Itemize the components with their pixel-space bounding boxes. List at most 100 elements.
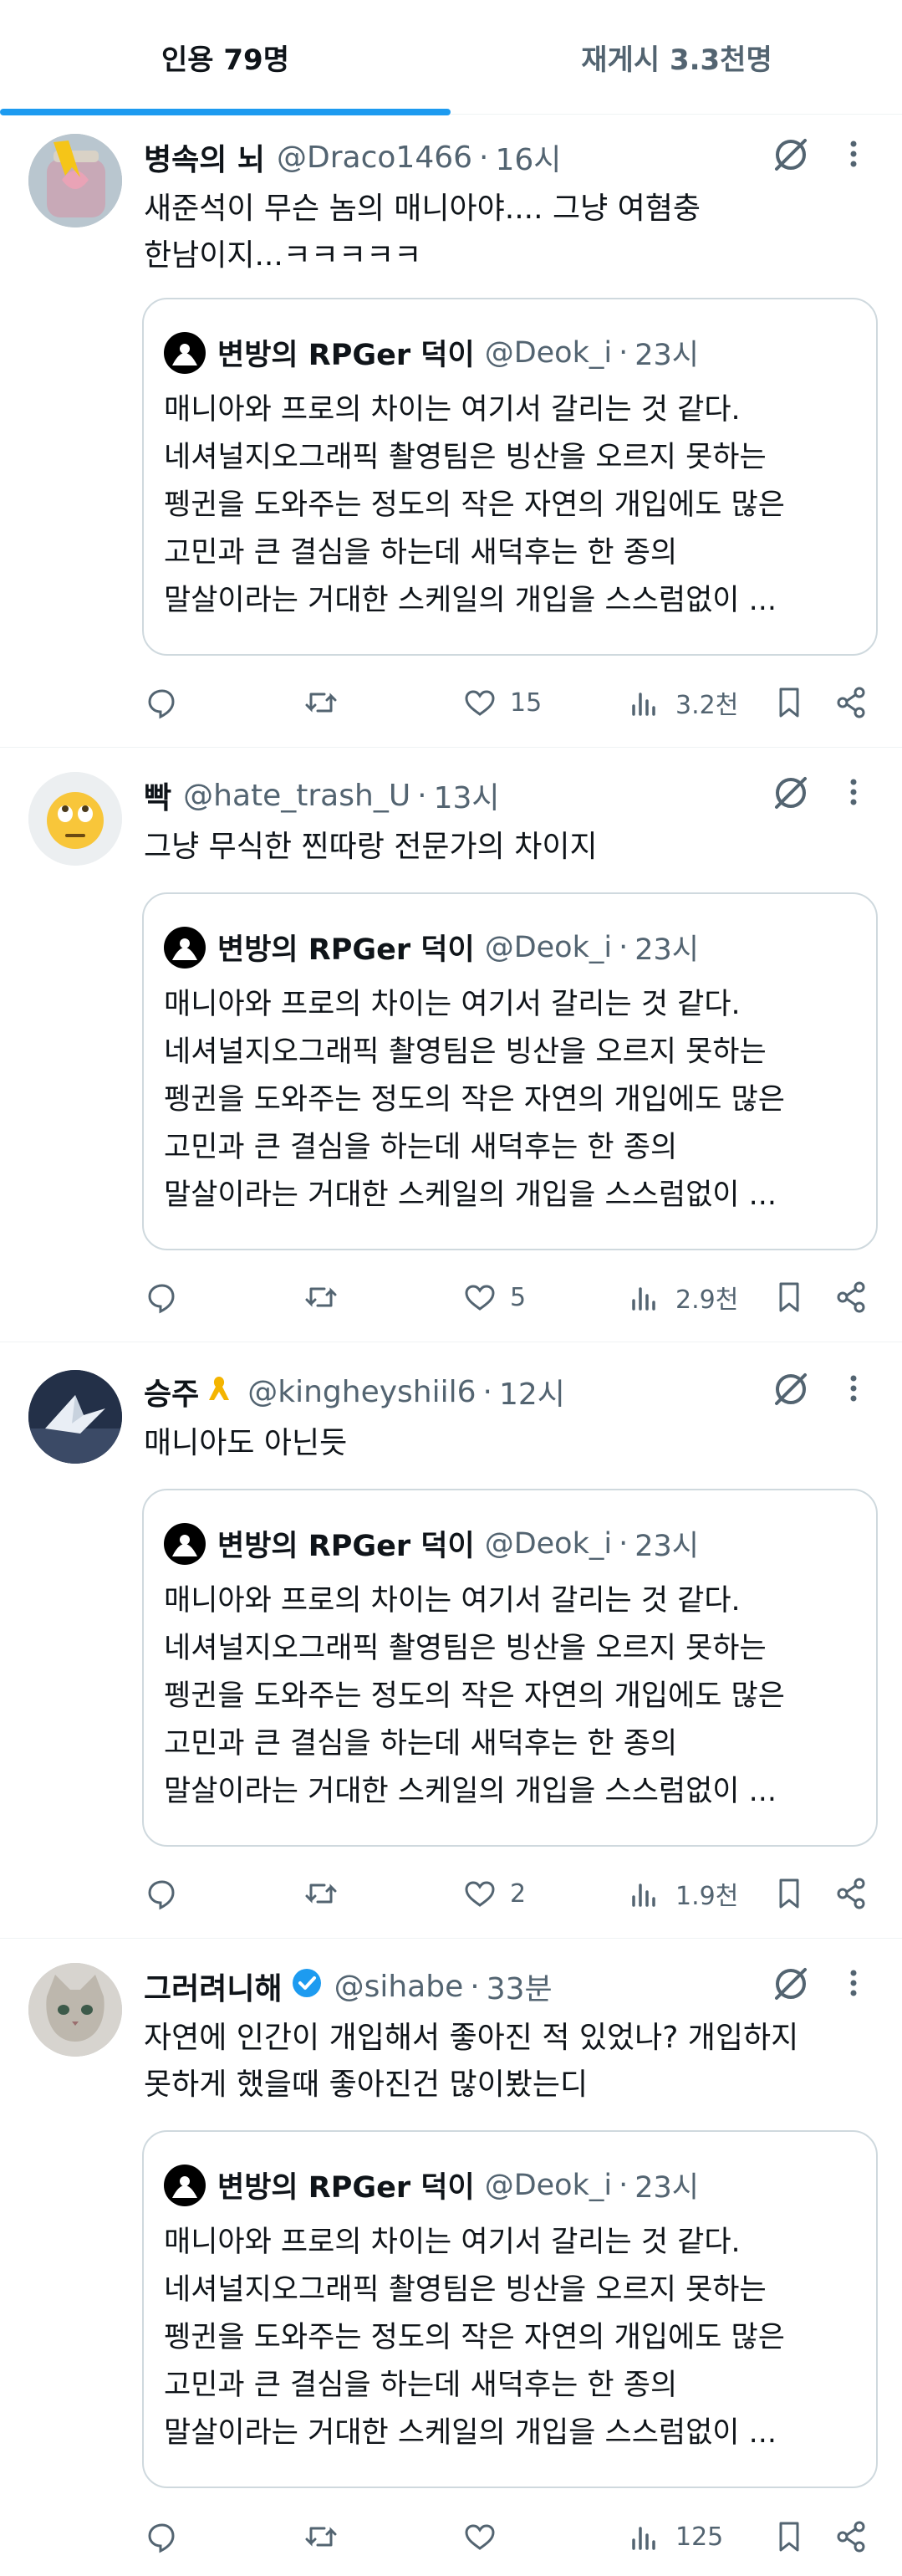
quoted-text-line: 매니아와 프로의 차이는 여기서 갈리는 것 같다. <box>164 393 741 427</box>
separator-dot: · <box>619 930 629 964</box>
share-button[interactable] <box>833 1272 869 1322</box>
avatar[interactable] <box>28 134 122 227</box>
grok-icon[interactable] <box>770 1368 812 1410</box>
action-bar: 5 2.9천 <box>144 1272 879 1322</box>
quoted-author-handle: @Deok_i <box>484 930 613 964</box>
quoted-avatar <box>164 331 206 374</box>
post-time[interactable]: 33분 <box>487 1965 553 2008</box>
repost-button[interactable] <box>303 2512 339 2562</box>
post-text: 그냥 무식한 찐따랑 전문가의 차이지 <box>144 824 863 871</box>
like-count: 15 <box>510 687 543 718</box>
quoted-text-line: 말살이라는 거대한 스케일의 개입을 스스럼없이 ... <box>164 1775 777 1808</box>
share-button[interactable] <box>833 1868 869 1919</box>
quoted-text: 매니아와 프로의 차이는 여기서 갈리는 것 같다. 네셔널지오그래픽 촬영팀은… <box>164 2219 858 2457</box>
author-name[interactable]: 병속의 뇌 <box>144 135 265 179</box>
repost-icon <box>305 2527 337 2547</box>
quoted-author-name: 변방의 RPGer 덕이 <box>217 339 475 372</box>
view-count: 2.9천 <box>675 1285 739 1315</box>
author-handle[interactable]: @kingheyshiil6 <box>247 1375 476 1409</box>
quoted-author-name: 변방의 RPGer 덕이 <box>217 1530 475 1563</box>
post-1[interactable]: 병속의 뇌 @Draco1466 · 16시 새준석이 무슨 놈의 매니아야..… <box>0 115 902 748</box>
cat-avatar-icon <box>28 1963 122 2057</box>
separator-dot: · <box>482 1374 492 1409</box>
post-4[interactable]: 그러려니해 @sihabe · 33분 자연에 인간이 개입해서 좋아진 적 있… <box>0 1938 902 2576</box>
more-options-icon[interactable] <box>838 777 869 807</box>
share-button[interactable] <box>833 677 869 728</box>
quoted-text-line: 말살이라는 거대한 스케일의 개입을 스스럼없이 ... <box>164 584 777 617</box>
ribbon-jar-avatar-icon <box>28 134 122 227</box>
reply-button[interactable] <box>144 1272 181 1322</box>
post-text-line: 못하게 했을때 좋아진건 많이봤는디 <box>144 2067 589 2102</box>
views-button[interactable]: 125 <box>627 2512 723 2562</box>
repost-button[interactable] <box>303 677 339 728</box>
more-options-icon[interactable] <box>838 139 869 169</box>
view-count: 125 <box>675 2522 724 2552</box>
reply-button[interactable] <box>144 677 181 728</box>
post-time[interactable]: 12시 <box>499 1370 565 1413</box>
bookmark-button[interactable] <box>771 1272 808 1322</box>
bookmark-button[interactable] <box>771 1868 808 1919</box>
quoted-text-line: 매니아와 프로의 차이는 여기서 갈리는 것 같다. <box>164 988 741 1021</box>
bookmark-icon <box>779 1282 799 1312</box>
quoted-time: 23시 <box>634 339 699 372</box>
reply-button[interactable] <box>144 1868 181 1919</box>
quoted-avatar <box>164 2164 206 2206</box>
quoted-text-line: 말살이라는 거대한 스케일의 개입을 스스럼없이 ... <box>164 1178 777 1212</box>
quoted-text-line: 네셔널지오그래픽 촬영팀은 빙산을 오르지 못하는 <box>164 1035 767 1069</box>
like-button[interactable] <box>461 2512 510 2562</box>
separator-dot: · <box>619 335 629 370</box>
reply-icon <box>148 2523 175 2553</box>
like-count: 2 <box>510 1878 527 1909</box>
view-count: 3.2천 <box>675 691 739 720</box>
quoted-author-name: 변방의 RPGer 덕이 <box>217 2171 475 2205</box>
author-handle[interactable]: @hate_trash_U <box>183 779 410 813</box>
like-button[interactable]: 5 <box>461 1272 526 1322</box>
avatar[interactable] <box>28 1370 122 1464</box>
post-header: 승주 @kingheyshiil6 · 12시 <box>144 1370 565 1413</box>
avatar[interactable] <box>28 1963 122 2057</box>
more-options-icon[interactable] <box>838 1968 869 1998</box>
like-button[interactable]: 15 <box>461 677 542 728</box>
post-time[interactable]: 16시 <box>496 135 562 179</box>
repost-button[interactable] <box>303 1868 339 1919</box>
author-name[interactable]: 그러려니해 <box>144 1965 283 2008</box>
quoted-post[interactable]: 변방의 RPGer 덕이 @Deok_i · 23시 매니아와 프로의 차이는 … <box>142 1489 878 1847</box>
separator-dot: · <box>619 2168 629 2202</box>
author-handle[interactable]: @Draco1466 <box>277 141 472 175</box>
repost-button[interactable] <box>303 1272 339 1322</box>
quoted-time: 23시 <box>634 1530 699 1563</box>
tab-reposts[interactable]: 재게시 3.3천명 <box>451 0 902 114</box>
reply-button[interactable] <box>144 2512 181 2562</box>
grok-icon[interactable] <box>770 772 812 814</box>
bookmark-button[interactable] <box>771 677 808 728</box>
action-bar: 15 3.2천 <box>144 677 879 728</box>
heart-icon <box>465 1285 495 1311</box>
author-name[interactable]: 승주 <box>144 1370 199 1413</box>
tab-quotes[interactable]: 인용 79명 <box>0 0 451 115</box>
share-button[interactable] <box>833 2512 869 2562</box>
grok-icon[interactable] <box>770 1963 812 2005</box>
quoted-post[interactable]: 변방의 RPGer 덕이 @Deok_i · 23시 매니아와 프로의 차이는 … <box>142 298 878 656</box>
quoted-text: 매니아와 프로의 차이는 여기서 갈리는 것 같다. 네셔널지오그래픽 촬영팀은… <box>164 981 858 1219</box>
quoted-text-line: 펭귄을 도와주는 정도의 작은 자연의 개입에도 많은 <box>164 488 785 522</box>
avatar[interactable] <box>28 772 122 866</box>
paper-crane-avatar-icon <box>28 1370 122 1464</box>
post-header: 병속의 뇌 @Draco1466 · 16시 <box>144 135 561 179</box>
post-3[interactable]: 승주 @kingheyshiil6 · 12시 매니아도 아닌듯 변방의 RPG… <box>0 1342 902 1939</box>
post-2[interactable]: 빡 @hate_trash_U · 13시 그냥 무식한 찐따랑 전문가의 차이… <box>0 747 902 1342</box>
quoted-post[interactable]: 변방의 RPGer 덕이 @Deok_i · 23시 매니아와 프로의 차이는 … <box>142 2130 878 2488</box>
quoted-header: 변방의 RPGer 덕이 @Deok_i · 23시 <box>164 331 699 374</box>
grok-icon[interactable] <box>770 134 812 176</box>
views-button[interactable]: 1.9천 <box>627 1868 738 1919</box>
views-button[interactable]: 3.2천 <box>627 677 738 728</box>
more-options-icon[interactable] <box>838 1373 869 1403</box>
quoted-text-line: 네셔널지오그래픽 촬영팀은 빙산을 오르지 못하는 <box>164 441 767 474</box>
author-handle[interactable]: @sihabe <box>334 1970 464 2004</box>
bookmark-button[interactable] <box>771 2512 808 2562</box>
quoted-post[interactable]: 변방의 RPGer 덕이 @Deok_i · 23시 매니아와 프로의 차이는 … <box>142 892 878 1250</box>
post-time[interactable]: 13시 <box>434 774 500 817</box>
bookmark-icon <box>779 2522 799 2552</box>
like-button[interactable]: 2 <box>461 1868 526 1919</box>
views-button[interactable]: 2.9천 <box>627 1272 738 1322</box>
author-name[interactable]: 빡 <box>144 774 171 817</box>
